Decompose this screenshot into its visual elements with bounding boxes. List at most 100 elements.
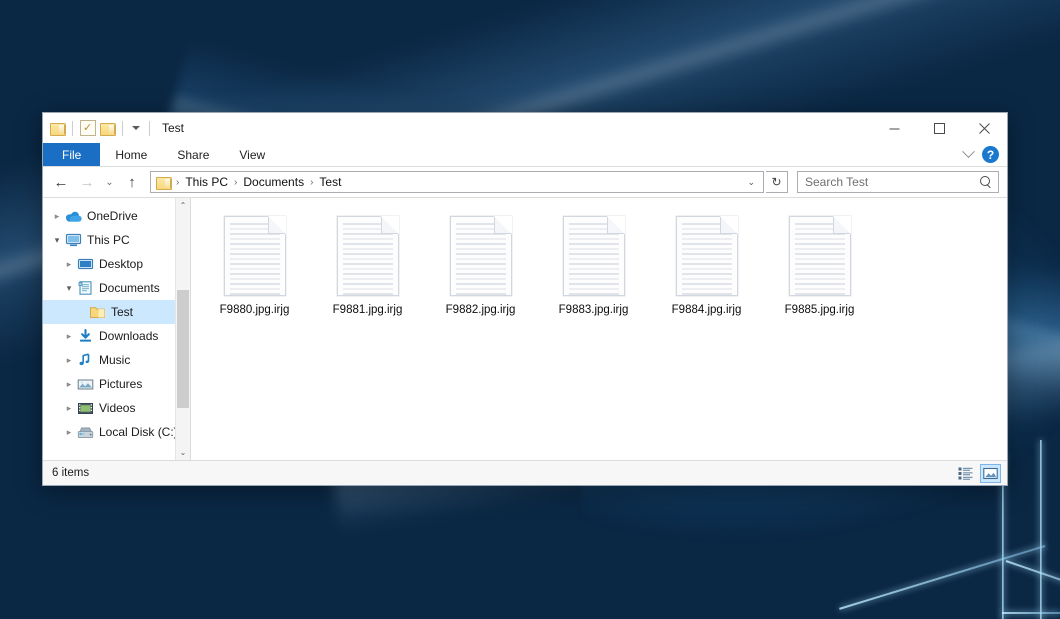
sidebar-item-documents[interactable]: ▾ Documents (43, 276, 190, 300)
address-dropdown-icon[interactable]: ⌄ (741, 177, 761, 188)
generic-document-icon (224, 216, 286, 296)
help-icon[interactable]: ? (982, 146, 999, 163)
properties-icon[interactable]: ✓ (80, 120, 96, 136)
scrollbar-thumb[interactable] (177, 290, 189, 408)
sidebar-item-label: Music (99, 353, 130, 367)
minimize-button[interactable] (872, 113, 917, 143)
breadcrumb-item-this-pc[interactable]: This PC (182, 175, 231, 189)
file-item[interactable]: F9883.jpg.irjg (544, 212, 643, 323)
onedrive-icon (65, 210, 82, 223)
recent-locations-button[interactable]: ⌄ (101, 170, 118, 194)
breadcrumb-item-test[interactable]: Test (316, 175, 344, 189)
sidebar-item-label: Downloads (99, 329, 158, 343)
sidebar-item-videos[interactable]: ▸ (43, 396, 190, 420)
maximize-button[interactable] (917, 113, 962, 143)
sidebar-item-music[interactable]: ▸ Music (43, 348, 190, 372)
chevron-right-icon[interactable]: ▸ (61, 259, 77, 270)
minimize-icon (889, 123, 900, 134)
navigation-pane: ▸ OneDrive ▾ (43, 198, 191, 460)
breadcrumb-item-documents[interactable]: Documents (240, 175, 307, 189)
file-name: F9882.jpg.irjg (446, 303, 516, 317)
forward-button: → (75, 170, 99, 194)
sidebar-item-local-disk[interactable]: ▸ Local Disk (C:) (43, 420, 190, 444)
sidebar-item-desktop[interactable]: ▸ Desktop (43, 252, 190, 276)
details-view-button[interactable] (955, 464, 976, 483)
window-title: Test (162, 121, 184, 135)
generic-document-icon (563, 216, 625, 296)
tab-home[interactable]: Home (100, 143, 162, 166)
tab-share[interactable]: Share (162, 143, 224, 166)
music-icon (77, 353, 94, 367)
large-icons-view-icon (983, 467, 998, 480)
file-item[interactable]: F9882.jpg.irjg (431, 212, 530, 323)
search-input[interactable]: Search Test (797, 171, 999, 193)
breadcrumb-separator: › (173, 177, 182, 188)
status-bar: 6 items (43, 460, 1007, 485)
sidebar-item-label: Desktop (99, 257, 143, 271)
file-explorer-window: ✓ Test File Home (42, 112, 1008, 486)
sidebar-item-test[interactable]: Test (43, 300, 190, 324)
file-name: F9883.jpg.irjg (559, 303, 629, 317)
details-view-icon (958, 467, 973, 480)
sidebar-item-this-pc[interactable]: ▾ This PC (43, 228, 190, 252)
sidebar-item-label: Pictures (99, 377, 142, 391)
folder-icon (89, 305, 106, 319)
item-count-label: 6 items (52, 467, 89, 479)
chevron-right-icon[interactable]: ▸ (61, 427, 77, 438)
sidebar-item-pictures[interactable]: ▸ Pictures (43, 372, 190, 396)
back-button[interactable]: ← (49, 170, 73, 194)
tab-file[interactable]: File (43, 143, 100, 166)
generic-document-icon (450, 216, 512, 296)
refresh-button[interactable]: ↻ (766, 171, 788, 193)
quick-access-toolbar: ✓ (50, 120, 153, 136)
chevron-down-icon[interactable] (132, 126, 140, 130)
search-icon[interactable] (980, 176, 993, 189)
chevron-right-icon[interactable]: ▸ (61, 355, 77, 366)
ribbon-actions: ? (964, 143, 1007, 166)
folder-icon[interactable] (50, 122, 65, 135)
file-list-pane[interactable]: F9880.jpg.irjg (191, 198, 1007, 460)
sidebar-item-label: OneDrive (87, 209, 138, 223)
file-name: F9881.jpg.irjg (333, 303, 403, 317)
scroll-down-button[interactable]: ⌄ (176, 445, 190, 460)
toolbar-separator (122, 121, 123, 136)
scroll-up-button[interactable]: ⌃ (176, 198, 190, 213)
breadcrumb-separator: › (307, 177, 316, 188)
close-button[interactable] (962, 113, 1007, 143)
chevron-down-icon[interactable]: ▾ (61, 283, 77, 294)
up-button[interactable]: ↑ (120, 170, 144, 194)
sidebar-item-label: Videos (99, 401, 135, 415)
desktop: ✓ Test File Home (0, 0, 1060, 619)
sidebar-item-label: This PC (87, 233, 130, 247)
sidebar-item-label: Documents (99, 281, 160, 295)
sidebar-item-onedrive[interactable]: ▸ OneDrive (43, 204, 190, 228)
file-item[interactable]: F9884.jpg.irjg (657, 212, 756, 323)
generic-document-icon (789, 216, 851, 296)
file-grid: F9880.jpg.irjg (205, 212, 1007, 323)
search-placeholder: Search Test (805, 175, 868, 189)
title-bar: ✓ Test (43, 113, 1007, 143)
toolbar-separator (72, 121, 73, 136)
chevron-right-icon[interactable]: ▸ (61, 379, 77, 390)
ribbon-tab-bar: File Home Share View ? (43, 143, 1007, 167)
expand-ribbon-icon[interactable] (962, 145, 975, 158)
chevron-down-icon[interactable]: ▾ (49, 235, 65, 246)
chevron-right-icon[interactable]: ▸ (61, 331, 77, 342)
tab-view[interactable]: View (224, 143, 280, 166)
breadcrumb[interactable]: › This PC › Documents › Test ⌄ (150, 171, 764, 193)
address-bar: ← → ⌄ ↑ › This PC › Documents › Test ⌄ ↻… (43, 167, 1007, 197)
sidebar-item-label: Test (111, 305, 133, 319)
file-item[interactable]: F9880.jpg.irjg (205, 212, 304, 323)
file-item[interactable]: F9881.jpg.irjg (318, 212, 417, 323)
sidebar-item-downloads[interactable]: ▸ Downloads (43, 324, 190, 348)
chevron-right-icon[interactable]: ▸ (61, 403, 77, 414)
large-icons-view-button[interactable] (980, 464, 1001, 483)
sidebar-item-label: Local Disk (C:) (99, 425, 178, 439)
file-item[interactable]: F9885.jpg.irjg (770, 212, 869, 323)
chevron-right-icon[interactable]: ▸ (49, 211, 65, 222)
generic-document-icon (676, 216, 738, 296)
new-folder-icon[interactable] (100, 122, 115, 135)
breadcrumb-separator: › (231, 177, 240, 188)
sidebar-scrollbar[interactable]: ⌃ ⌄ (175, 198, 190, 460)
local-disk-icon (77, 426, 94, 439)
